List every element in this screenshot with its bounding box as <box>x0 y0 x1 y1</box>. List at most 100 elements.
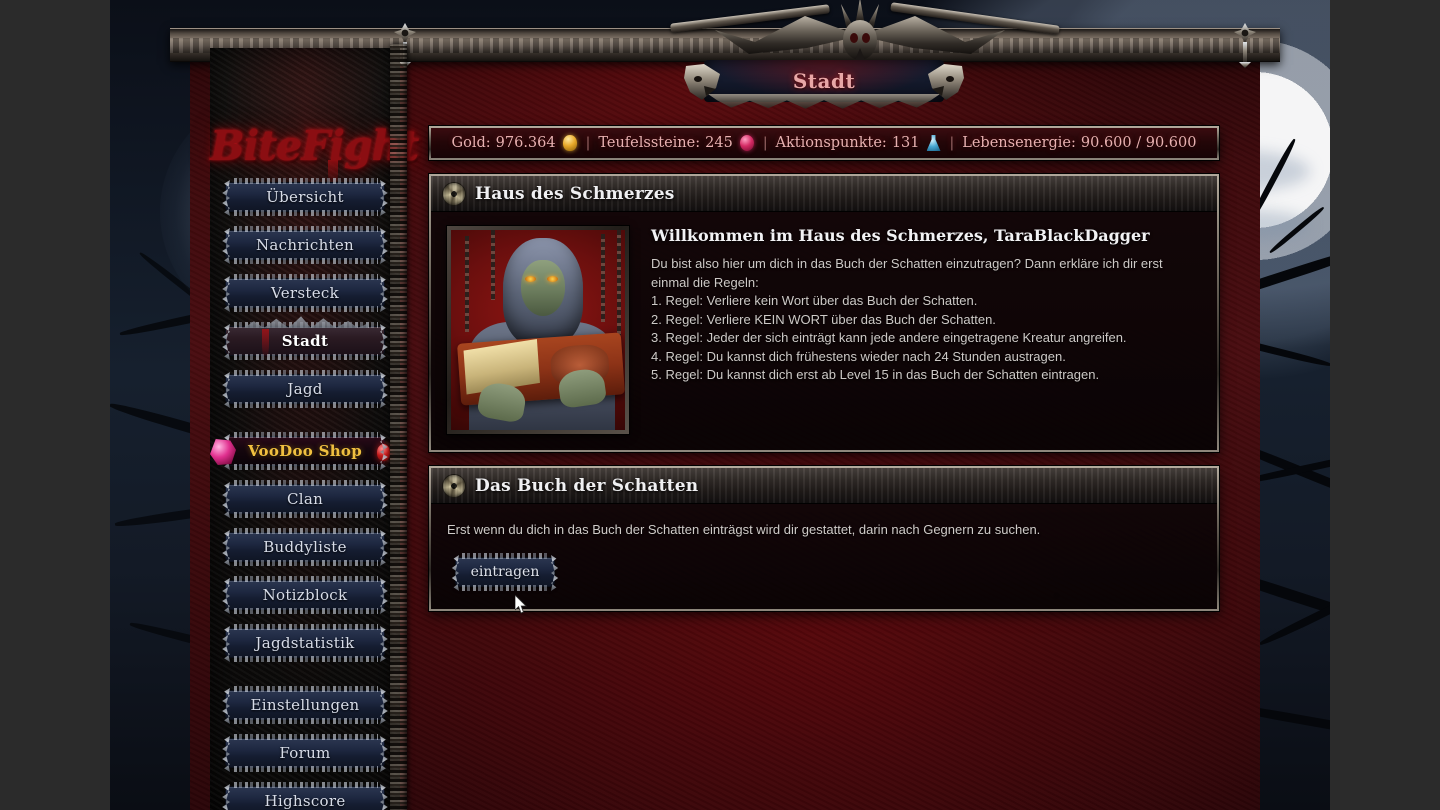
figure-eye <box>547 276 558 282</box>
eintragen-button-label: eintragen <box>470 564 540 580</box>
app-window: BiteFight Übersicht Nachrichten Versteck St… <box>0 0 1440 810</box>
sidebar-item-label: Buddyliste <box>263 538 347 556</box>
filigree-top <box>234 480 378 486</box>
stat-value: 245 <box>705 135 733 151</box>
sidebar-item-notizblock[interactable]: Notizblock <box>225 576 385 614</box>
sidebar-item-label: Clan <box>286 490 324 508</box>
portrait-frame <box>447 226 629 434</box>
sidebar-item-label: Versteck <box>271 284 339 302</box>
filigree-top <box>462 553 550 559</box>
rope-divider <box>390 44 407 810</box>
rule-item: 1. Regel: Verliere kein Wort über das Bu… <box>651 293 978 308</box>
crest-emblem-icon <box>443 474 465 497</box>
welcome-title: Willkommen im Haus des Schmerzes, TaraBl… <box>651 226 1150 245</box>
sidebar-item-label: VooDoo Shop <box>247 442 363 460</box>
figure-eye <box>525 276 536 282</box>
filigree-top <box>234 734 378 740</box>
sidebar-item-highscore[interactable]: Highscore <box>225 782 385 810</box>
eintragen-button[interactable]: eintragen <box>455 553 555 591</box>
page-title: Stadt <box>792 69 856 93</box>
main-content: Stadt Gold: 976.364 | Teufelssteine: 245 | A… <box>414 44 1234 810</box>
welcome-block: Willkommen im Haus des Schmerzes, TaraBl… <box>651 226 1201 434</box>
sidebar-item-label: Nachrichten <box>255 236 355 254</box>
stat-value: 976.364 <box>495 135 556 151</box>
page-header-banner: Stadt <box>666 58 982 109</box>
section-title: Haus des Schmerzes <box>475 183 675 204</box>
section-body: Willkommen im Haus des Schmerzes, TaraBl… <box>431 212 1217 450</box>
section-header: Haus des Schmerzes <box>431 176 1217 212</box>
sidebar-item-clan[interactable]: Clan <box>225 480 385 518</box>
section-header: Das Buch der Schatten <box>431 468 1217 504</box>
stat-label: Gold: <box>451 135 491 151</box>
filigree-bottom <box>234 258 378 264</box>
sidebar-item-forum[interactable]: Forum <box>225 734 385 772</box>
filigree-top <box>234 624 378 630</box>
stats-bar: Gold: 976.364 | Teufelssteine: 245 | Aktions… <box>429 126 1219 160</box>
stat-label: Teufelssteine: <box>598 135 701 151</box>
wall-chain <box>601 234 605 322</box>
crest-emblem-icon <box>443 182 465 205</box>
figure-face <box>521 260 565 316</box>
stat-lebensenergie: Lebensenergie: 90.600 / 90.600 <box>962 135 1196 151</box>
header-scroll-ornament <box>708 94 940 109</box>
wall-chain <box>491 230 495 300</box>
sidebar-item-label: Notizblock <box>262 586 348 604</box>
filigree-top <box>234 576 378 582</box>
mouse-cursor <box>514 594 527 614</box>
stat-gold: Gold: 976.364 | <box>452 135 599 151</box>
sidebar-item-jagdstatistik[interactable]: Jagdstatistik <box>225 624 385 662</box>
active-crown-ornament-icon <box>244 316 368 328</box>
sidebar-item-versteck[interactable]: Versteck <box>225 274 385 312</box>
rule-item: 3. Regel: Jeder der sich einträgt kann j… <box>651 330 1127 345</box>
filigree-bottom <box>234 718 378 724</box>
section-house-of-pain: Haus des Schmerzes Willkommen im Haus de… <box>429 174 1219 452</box>
rule-item: 2. Regel: Verliere KEIN WORT über das Bu… <box>651 311 996 327</box>
sidebar-item-label: Einstellungen <box>250 696 360 714</box>
filigree-top <box>234 528 378 534</box>
filigree-bottom <box>234 464 378 470</box>
stat-label: Lebensenergie: <box>962 135 1076 151</box>
section-body: Erst wenn du dich in das Buch der Schatt… <box>431 504 1217 609</box>
sidebar-item-label: Highscore <box>264 792 346 810</box>
sidebar-item-jagd[interactable]: Jagd <box>225 370 385 408</box>
filigree-bottom <box>234 512 378 518</box>
gold-coin-icon <box>562 135 577 151</box>
sidebar-item-label: Stadt <box>281 332 329 350</box>
sidebar-item-label: Jagd <box>287 380 323 398</box>
sidebar-item-label: Forum <box>279 744 331 762</box>
book-of-shadows-text: Erst wenn du dich in das Buch der Schatt… <box>447 522 1041 537</box>
nav-group-gap <box>210 422 400 436</box>
blood-streak <box>262 329 269 359</box>
filigree-bottom <box>234 766 378 772</box>
stat-value: 131 <box>891 135 920 151</box>
sidebar-item-nachrichten[interactable]: Nachrichten <box>225 226 385 264</box>
filigree-bottom <box>234 656 378 662</box>
sidebar-item-voodoo-shop[interactable]: VooDoo Shop <box>210 432 390 470</box>
rule-item: 4. Regel: Du kannst dich frühestens wied… <box>651 348 1066 364</box>
sidebar-item--bersicht[interactable]: Übersicht <box>225 178 385 216</box>
filigree-bottom <box>234 210 378 216</box>
voodoo-gem-icon <box>210 439 236 465</box>
section-book-of-shadows: Das Buch der Schatten Erst wenn du dich … <box>429 466 1219 611</box>
devilstone-icon <box>739 135 754 151</box>
rules-list: 1. Regel: Verliere kein Wort über das Bu… <box>651 292 1201 385</box>
wall-chain <box>617 230 621 340</box>
filigree-bottom <box>234 354 378 360</box>
filigree-top <box>234 226 378 232</box>
stat-separator: | <box>949 135 955 151</box>
brand-logo[interactable]: BiteFight <box>210 114 419 178</box>
voodoo-ruby-icon <box>377 444 390 461</box>
sidebar-item-buddyliste[interactable]: Buddyliste <box>225 528 385 566</box>
gargoyle-left-icon <box>682 62 726 102</box>
filigree-top <box>234 178 378 184</box>
sidebar-item-label: Übersicht <box>266 188 344 206</box>
filigree-top <box>234 782 378 788</box>
sidebar-item-stadt[interactable]: Stadt <box>225 316 385 360</box>
game-frame: BiteFight Übersicht Nachrichten Versteck St… <box>170 0 1280 810</box>
sidebar-item-einstellungen[interactable]: Einstellungen <box>225 686 385 724</box>
filigree-top <box>234 370 378 376</box>
stat-separator: | <box>762 135 768 151</box>
stat-teufelssteine: Teufelssteine: 245 | <box>598 135 775 151</box>
stat-value: 90.600 / 90.600 <box>1080 135 1197 151</box>
stat-aktionspunkte: Aktionspunkte: 131 | <box>776 135 963 151</box>
